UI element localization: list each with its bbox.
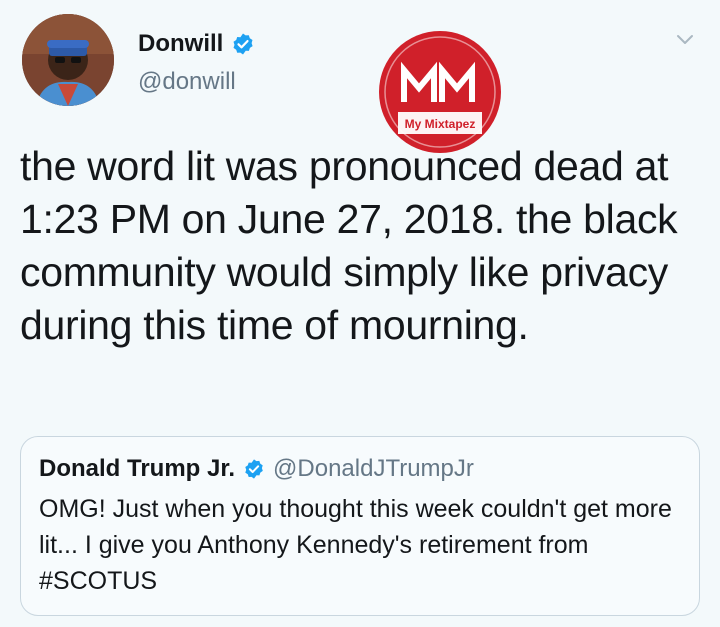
tweet-text: the word lit was pronounced dead at 1:23… [20, 143, 678, 348]
mymixtapez-watermark-logo: My Mixtapez [379, 31, 501, 153]
quote-header: Donald Trump Jr. @DonaldJTrumpJr [39, 455, 474, 483]
author-avatar[interactable] [22, 14, 114, 106]
quote-author-handle[interactable]: @DonaldJTrumpJr [273, 455, 474, 483]
author-handle[interactable]: @donwill [138, 68, 236, 96]
verified-badge-icon [233, 33, 253, 55]
quote-author-name[interactable]: Donald Trump Jr. [39, 455, 235, 483]
quoted-tweet[interactable]: Donald Trump Jr. @DonaldJTrumpJr OMG! Ju… [20, 436, 700, 616]
verified-badge-icon [245, 459, 263, 479]
quote-text: OMG! Just when you thought this week cou… [39, 495, 672, 595]
author-name[interactable]: Donwill [138, 30, 223, 58]
tweet-card: Donwill @donwill My Mixtapez the word li… [0, 0, 720, 627]
author-name-row[interactable]: Donwill [138, 30, 255, 58]
chevron-down-icon[interactable] [674, 28, 696, 50]
watermark-brand-text: My Mixtapez [405, 117, 476, 131]
